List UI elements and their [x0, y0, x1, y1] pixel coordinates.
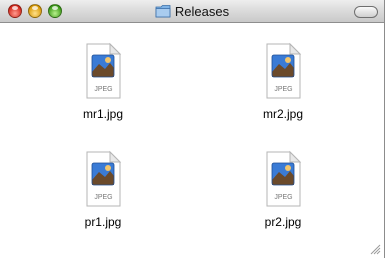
file-type-label: JPEG	[274, 194, 292, 201]
file-item[interactable]: JPEG pr2.jpg	[238, 150, 328, 246]
folder-icon	[155, 5, 171, 18]
jpeg-document-icon: JPEG	[266, 42, 302, 99]
file-item[interactable]: JPEG pr1.jpg	[58, 150, 148, 246]
jpeg-document-icon: JPEG	[266, 150, 302, 207]
jpeg-document-icon: JPEG	[86, 150, 122, 207]
jpeg-document-icon: JPEG	[86, 42, 122, 99]
file-type-label: JPEG	[94, 194, 112, 201]
resize-grip-icon[interactable]	[370, 244, 381, 255]
toolbar-toggle-button[interactable]	[354, 6, 378, 18]
file-name: pr1.jpg	[84, 215, 122, 229]
window-title: Releases	[0, 0, 384, 22]
title-bar[interactable]: Releases	[0, 0, 384, 23]
file-type-label: JPEG	[274, 86, 292, 93]
file-type-label: JPEG	[94, 86, 112, 93]
file-item[interactable]: JPEG mr1.jpg	[58, 42, 148, 138]
finder-window: Releases JPEG mr1.jpg JPEG mr2.jpg JPEG …	[0, 0, 385, 258]
file-name: pr2.jpg	[264, 215, 302, 229]
file-name: mr1.jpg	[82, 107, 123, 121]
window-title-text: Releases	[174, 3, 230, 19]
file-name: mr2.jpg	[262, 107, 303, 121]
file-item[interactable]: JPEG mr2.jpg	[238, 42, 328, 138]
